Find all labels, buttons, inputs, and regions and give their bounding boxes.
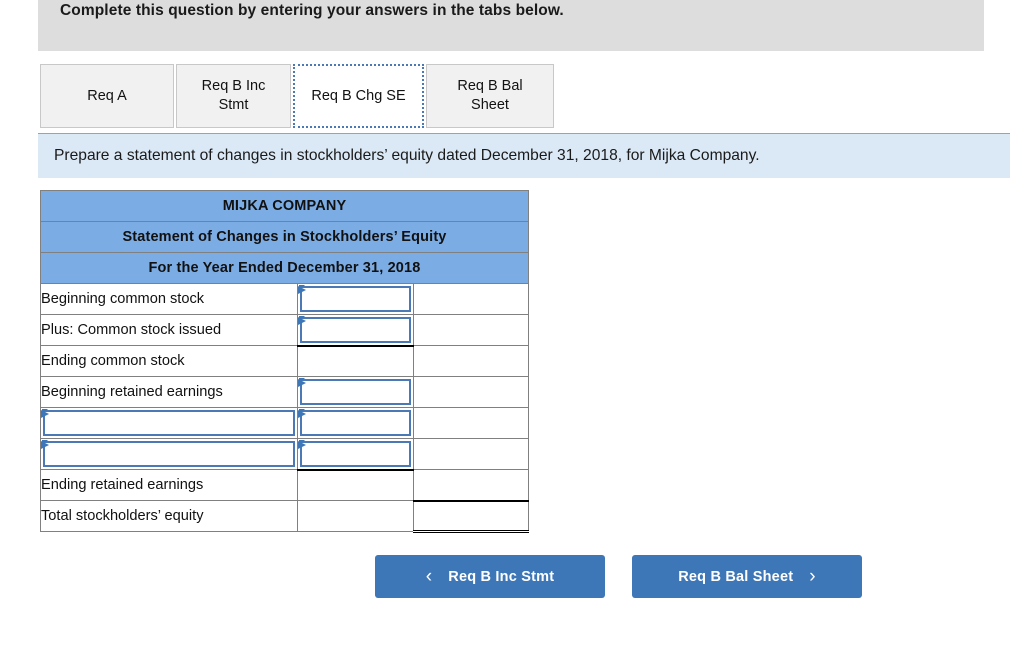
tab-req-a[interactable]: Req A <box>40 64 174 128</box>
row-value1-cell <box>297 314 414 347</box>
row-value1-cell <box>297 500 414 532</box>
table-row: Ending common stock <box>40 345 529 377</box>
row-label-plus-common-stock-issued: Plus: Common stock issued <box>40 314 298 346</box>
row-value1-cell <box>297 283 414 315</box>
table-header-row-period: For the Year Ended December 31, 2018 <box>40 252 529 284</box>
table-row: Beginning retained earnings <box>40 376 529 408</box>
row-label-ending-retained-earnings: Ending retained earnings <box>40 469 298 501</box>
row-value1-cell <box>297 438 414 471</box>
row-label-total-stockholders-equity: Total stockholders’ equity <box>40 500 298 532</box>
input-wrap <box>298 377 413 407</box>
chevron-left-icon: ‹ <box>425 566 433 587</box>
input-beginning-common-stock-amount[interactable] <box>300 286 411 312</box>
input-wrap <box>298 284 413 314</box>
input-blank-row-1-amount[interactable] <box>300 410 411 436</box>
row-label-blank-1-cell <box>40 407 298 439</box>
prev-button-label: Req B Inc Stmt <box>448 568 555 585</box>
row-value2-cell <box>413 314 529 346</box>
navigation-buttons: ‹ Req B Inc Stmt Req B Bal Sheet › <box>375 555 862 598</box>
instruction-text: Complete this question by entering your … <box>60 2 564 19</box>
table-header-row-company: MIJKA COMPANY <box>40 190 529 222</box>
input-wrap <box>298 439 413 469</box>
statement-title: Statement of Changes in Stockholders’ Eq… <box>40 221 529 253</box>
input-blank-row-1-label[interactable] <box>43 410 295 436</box>
input-wrap <box>41 439 297 469</box>
input-wrap <box>41 408 297 438</box>
tab-req-b-chg-se[interactable]: Req B Chg SE <box>293 64 424 128</box>
page-root: Complete this question by entering your … <box>0 0 1024 653</box>
input-wrap <box>298 315 413 345</box>
table-row: Plus: Common stock issued <box>40 314 529 347</box>
row-value2-cell <box>413 407 529 439</box>
row-value2-cell <box>413 469 529 502</box>
row-label-blank-2-cell <box>40 438 298 470</box>
statement-period: For the Year Ended December 31, 2018 <box>40 252 529 284</box>
next-button-label: Req B Bal Sheet <box>678 568 794 585</box>
input-blank-row-2-amount[interactable] <box>300 441 411 467</box>
row-label-beginning-common-stock: Beginning common stock <box>40 283 298 315</box>
tab-req-b-bal-sheet[interactable]: Req B Bal Sheet <box>426 64 554 128</box>
statement-of-changes-table: MIJKA COMPANY Statement of Changes in St… <box>40 190 529 533</box>
row-label-ending-common-stock: Ending common stock <box>40 345 298 377</box>
table-row: Total stockholders’ equity <box>40 499 529 533</box>
table-row <box>40 438 529 471</box>
table-row <box>40 407 529 439</box>
tab-strip: Req A Req B Inc Stmt Req B Chg SE Req B … <box>40 64 556 128</box>
tab-req-b-inc-stmt[interactable]: Req B Inc Stmt <box>176 64 291 128</box>
table-row: Ending retained earnings <box>40 469 529 502</box>
row-value2-cell-total <box>413 499 529 533</box>
statement-company-name: MIJKA COMPANY <box>40 190 529 222</box>
chevron-right-icon: › <box>809 566 816 587</box>
question-text: Prepare a statement of changes in stockh… <box>54 147 760 164</box>
row-value1-cell <box>297 407 414 439</box>
prev-req-b-inc-stmt-button[interactable]: ‹ Req B Inc Stmt <box>375 555 605 598</box>
input-common-stock-issued-amount[interactable] <box>300 317 411 343</box>
row-value2-cell <box>413 438 529 470</box>
row-label-beginning-retained-earnings: Beginning retained earnings <box>40 376 298 408</box>
row-value1-cell <box>297 345 414 377</box>
table-row: Beginning common stock <box>40 283 529 315</box>
next-req-b-bal-sheet-button[interactable]: Req B Bal Sheet › <box>632 555 862 598</box>
row-value2-cell <box>413 283 529 315</box>
row-value2-cell <box>413 376 529 408</box>
row-value1-cell <box>297 469 414 501</box>
input-blank-row-2-label[interactable] <box>43 441 295 467</box>
input-beginning-retained-earnings-amount[interactable] <box>300 379 411 405</box>
instruction-bar: Complete this question by entering your … <box>38 0 984 51</box>
input-wrap <box>298 408 413 438</box>
row-value1-cell <box>297 376 414 408</box>
table-header-row-title: Statement of Changes in Stockholders’ Eq… <box>40 221 529 253</box>
question-banner: Prepare a statement of changes in stockh… <box>38 133 1010 178</box>
row-value2-cell <box>413 345 529 377</box>
